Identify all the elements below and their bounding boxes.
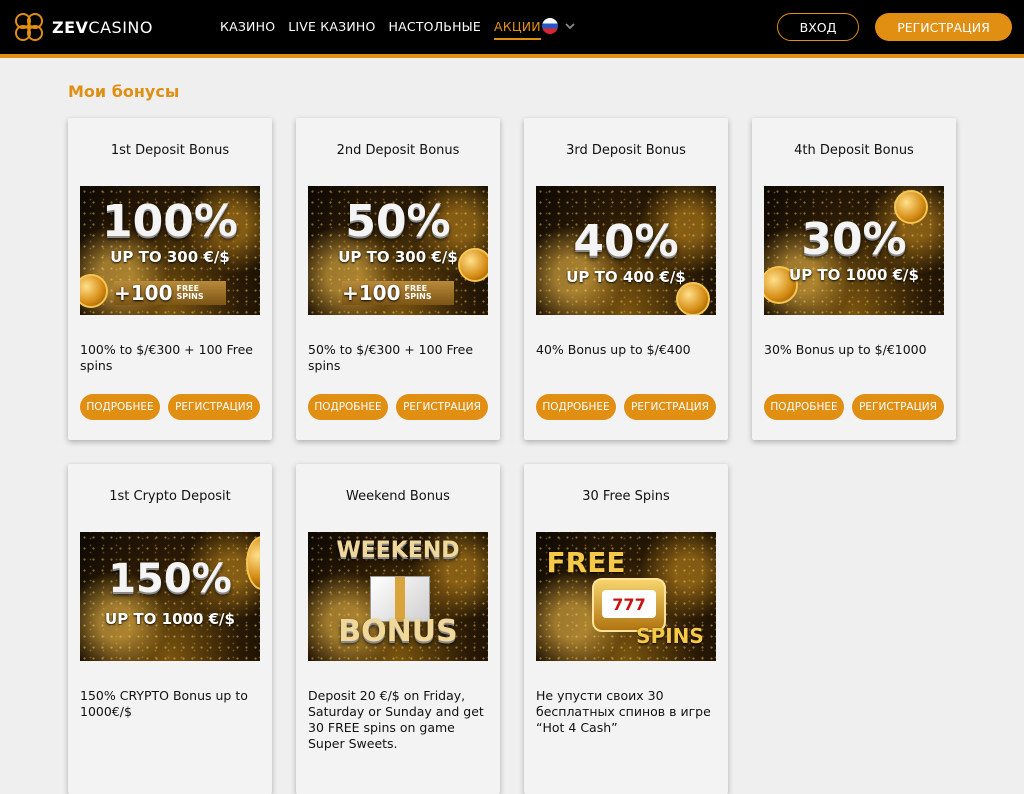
bonus-banner-image: 50% UP TO 300 €/$ +100 FREE SPINS: [308, 186, 488, 315]
banner-percent: 30%: [801, 214, 907, 265]
bonus-banner-image: 100% UP TO 300 €/$ +100 FREE SPINS: [80, 186, 260, 315]
top-header: ZEVCASINO КАЗИНО LIVE КАЗИНО НАСТОЛЬНЫЕ …: [0, 0, 1024, 58]
card-title: Weekend Bonus: [346, 489, 450, 504]
ribbon-number: +100: [114, 281, 173, 305]
bonus-card: 1st Crypto Deposit 150% UP TO 1000 €/$ 1…: [68, 464, 272, 794]
bonus-banner-image: 40% UP TO 400 €/$: [536, 186, 716, 315]
register-button[interactable]: РЕГИСТРАЦИЯ: [875, 13, 1012, 41]
language-selector[interactable]: [542, 18, 576, 34]
card-title: 4th Deposit Bonus: [794, 143, 914, 158]
login-button[interactable]: ВХОД: [777, 13, 859, 41]
card-register-button[interactable]: РЕГИСТРАЦИЯ: [396, 394, 488, 420]
card-title: 1st Deposit Bonus: [110, 143, 230, 158]
nav-item-table-games[interactable]: НАСТОЛЬНЫЕ: [389, 19, 481, 40]
bonus-banner-image: 150% UP TO 1000 €/$: [80, 532, 260, 661]
slot-reels: 777: [602, 590, 656, 618]
card-actions: ПОДРОБНЕЕ РЕГИСТРАЦИЯ: [308, 394, 488, 420]
bonus-card: 3rd Deposit Bonus 40% UP TO 400 €/$ 40% …: [524, 118, 728, 440]
nav-item-promotions[interactable]: АКЦИИ: [494, 19, 541, 40]
card-register-button[interactable]: РЕГИСТРАЦИЯ: [624, 394, 716, 420]
card-register-button[interactable]: РЕГИСТРАЦИЯ: [852, 394, 944, 420]
card-title: 2nd Deposit Bonus: [336, 143, 460, 158]
banner-ribbon: +100 FREE SPINS: [342, 281, 454, 305]
card-actions: ПОДРОБНЕЕ РЕГИСТРАЦИЯ: [536, 394, 716, 420]
banner-line-1: FREE: [546, 546, 626, 579]
banner-percent: 100%: [102, 196, 238, 247]
card-description: Не упусти своих 30 бесплатных спинов в и…: [536, 688, 711, 735]
bonus-banner-image: FREE 777 SPINS: [536, 532, 716, 661]
nav-item-casino[interactable]: КАЗИНО: [220, 19, 275, 40]
nav-item-live-casino[interactable]: LIVE КАЗИНО: [288, 19, 375, 40]
banner-percent: 40%: [573, 216, 679, 267]
card-title: 1st Crypto Deposit: [109, 489, 231, 504]
clover-logo-icon: [15, 13, 43, 41]
page-title: Мои бонусы: [68, 82, 180, 101]
card-description: 100% to $/€300 + 100 Free spins: [80, 342, 253, 373]
coin-icon: [676, 282, 710, 315]
ribbon-text: FREE SPINS: [404, 284, 432, 301]
banner-subtitle: UP TO 1000 €/$: [789, 266, 919, 284]
card-description: 50% to $/€300 + 100 Free spins: [308, 342, 474, 373]
banner-line-1: WEEKEND: [336, 538, 460, 563]
card-register-button[interactable]: РЕГИСТРАЦИЯ: [168, 394, 260, 420]
ribbon-number: +100: [342, 281, 401, 305]
banner-subtitle: UP TO 400 €/$: [566, 268, 686, 286]
card-actions: ПОДРОБНЕЕ РЕГИСТРАЦИЯ: [80, 394, 260, 420]
bonus-card: 2nd Deposit Bonus 50% UP TO 300 €/$ +100…: [296, 118, 500, 440]
banner-subtitle: UP TO 300 €/$: [110, 248, 230, 266]
banner-subtitle: UP TO 300 €/$: [338, 248, 458, 266]
banner-percent: 50%: [345, 196, 451, 247]
card-actions: ПОДРОБНЕЕ РЕГИСТРАЦИЯ: [764, 394, 944, 420]
bonus-card: 4th Deposit Bonus 30% UP TO 1000 €/$ 30%…: [752, 118, 956, 440]
banner-line-2: SPINS: [636, 624, 704, 648]
details-button[interactable]: ПОДРОБНЕЕ: [536, 394, 616, 420]
site-logo[interactable]: ZEVCASINO: [12, 10, 153, 44]
ribbon-text: FREE SPINS: [176, 284, 204, 301]
logo-text: ZEVCASINO: [52, 17, 153, 37]
card-description: 30% Bonus up to $/€1000: [764, 342, 927, 357]
bonus-banner-image: WEEKEND BONUS: [308, 532, 488, 661]
card-description: 40% Bonus up to $/€400: [536, 342, 691, 357]
banner-percent: 150%: [108, 556, 232, 602]
russian-flag-icon: [542, 18, 558, 34]
details-button[interactable]: ПОДРОБНЕЕ: [764, 394, 844, 420]
details-button[interactable]: ПОДРОБНЕЕ: [80, 394, 160, 420]
details-button[interactable]: ПОДРОБНЕЕ: [308, 394, 388, 420]
card-description: Deposit 20 €/$ on Friday, Saturday or Su…: [308, 688, 484, 751]
banner-subtitle: UP TO 1000 €/$: [105, 610, 235, 628]
bonus-card: Weekend Bonus WEEKEND BONUS Deposit 20 €…: [296, 464, 500, 794]
banner-line-2: BONUS: [338, 614, 458, 649]
bonus-card: 1st Deposit Bonus 100% UP TO 300 €/$ +10…: [68, 118, 272, 440]
card-title: 30 Free Spins: [582, 489, 670, 504]
banner-ribbon: +100 FREE SPINS: [114, 281, 226, 305]
chevron-down-icon: [565, 23, 575, 30]
bonus-card: 30 Free Spins FREE 777 SPINS Не упусти с…: [524, 464, 728, 794]
bonus-banner-image: 30% UP TO 1000 €/$: [764, 186, 944, 315]
main-nav: КАЗИНО LIVE КАЗИНО НАСТОЛЬНЫЕ АКЦИИ: [220, 19, 541, 40]
coin-icon: [80, 274, 108, 308]
card-title: 3rd Deposit Bonus: [566, 143, 686, 158]
card-description: 150% CRYPTO Bonus up to 1000€/$: [80, 688, 248, 719]
